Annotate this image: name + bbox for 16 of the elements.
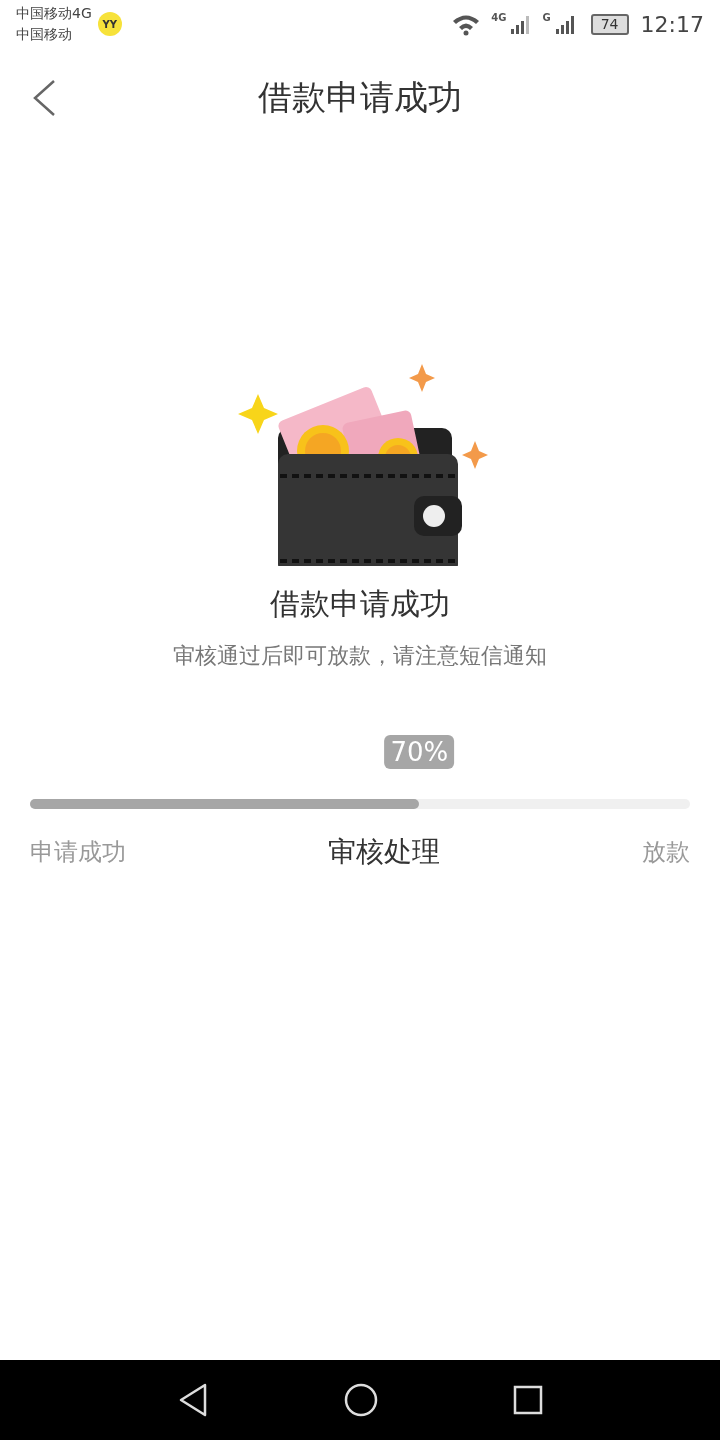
battery-level: 74	[600, 17, 619, 31]
progress-step: 审核处理	[328, 833, 440, 871]
home-icon[interactable]	[344, 1383, 378, 1417]
app-badge-icon: YY	[97, 12, 122, 36]
network-label: G	[542, 12, 551, 23]
result-title: 借款申请成功	[269, 585, 451, 623]
carrier-name: 中国移动	[16, 25, 73, 44]
signal-icon	[554, 13, 577, 35]
network-label: 4G	[491, 12, 507, 23]
carrier-name: 中国移动4G	[16, 4, 92, 23]
result-message: 审核通过后即可放款，请注意短信通知	[172, 642, 548, 670]
recents-icon[interactable]	[512, 1385, 543, 1415]
progress-step: 申请成功	[30, 836, 126, 868]
page-title: 借款申请成功	[258, 76, 462, 119]
clock: 12:17	[640, 11, 704, 37]
progress-step: 放款	[642, 836, 690, 868]
